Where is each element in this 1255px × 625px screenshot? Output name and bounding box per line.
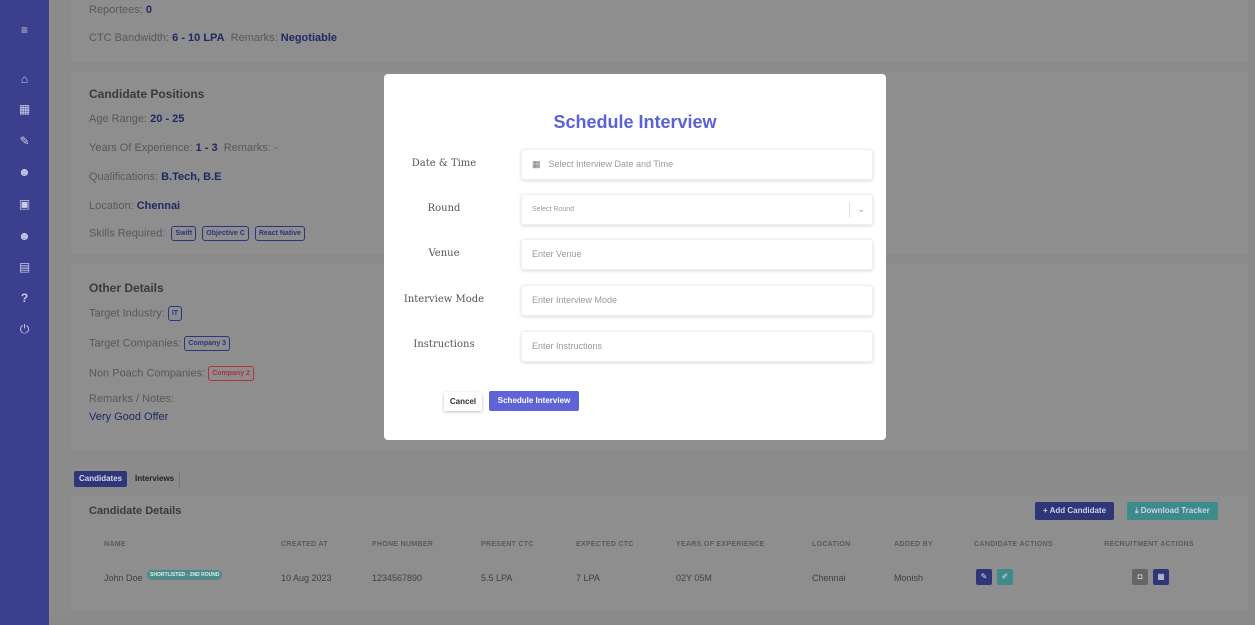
- other-details-title: Other Details: [89, 281, 164, 295]
- column-header: CANDIDATE ACTIONS: [974, 541, 1053, 548]
- download-tracker-button[interactable]: ⤓ Download Tracker: [1127, 502, 1218, 520]
- interview-mode-label: Interview Mode: [403, 294, 485, 305]
- skill-chip: Objective C: [202, 226, 249, 241]
- building-icon[interactable]: ▦: [0, 101, 49, 117]
- column-header: PRESENT CTC: [481, 541, 534, 548]
- column-header: LOCATION: [812, 541, 851, 548]
- column-header: CREATED AT: [281, 541, 328, 548]
- venue-input[interactable]: Enter Venue: [521, 239, 873, 270]
- status-badge: SHORTLISTED - 2ND ROUND: [147, 570, 223, 580]
- present-ctc-cell: 5.5 LPA: [481, 573, 513, 583]
- chevron-down-icon: ⌄: [857, 204, 865, 214]
- created-at-cell: 10 Aug 2023: [281, 573, 332, 583]
- calendar-action-icon[interactable]: ▦: [1153, 569, 1169, 585]
- company-chip: Company 3: [184, 336, 231, 351]
- skill-chip: React Native: [254, 226, 305, 241]
- datetime-field[interactable]: ▦ Select Interview Date and Time: [521, 149, 873, 180]
- remarks-label: Remarks / Notes:: [89, 393, 174, 405]
- home-icon[interactable]: ⌂: [0, 71, 49, 87]
- sidebar: ≡ ⌂ ▦ ✎ ☻ ▣ ☻ ▤ ? ⏻: [0, 0, 49, 625]
- help-icon[interactable]: ?: [0, 290, 49, 306]
- nonpoach-chip: Company 2: [208, 366, 254, 381]
- edit-candidate-icon[interactable]: ✎: [976, 569, 992, 585]
- power-icon[interactable]: ⏻: [0, 321, 49, 337]
- modal-title: Schedule Interview: [553, 112, 717, 132]
- instructions-label: Instructions: [413, 339, 475, 350]
- document-icon[interactable]: ▤: [0, 259, 49, 275]
- calendar-icon: ▦: [532, 159, 541, 169]
- column-header: PHONE NUMBER: [372, 541, 434, 548]
- column-header: RECRUITMENT ACTIONS: [1104, 541, 1194, 548]
- schedule-interview-button[interactable]: Schedule Interview: [489, 391, 579, 411]
- skill-chip: Swift: [171, 226, 197, 241]
- target-companies-row: Target Companies: Company 3: [89, 336, 231, 351]
- column-header: ADDED BY: [894, 541, 933, 548]
- add-candidate-button[interactable]: + Add Candidate: [1035, 502, 1115, 520]
- column-header: YEARS OF EXPERIENCE: [676, 541, 765, 548]
- non-poach-row: Non Poach Companies: Company 2: [89, 366, 254, 381]
- ctc-card: [71, 0, 1248, 62]
- added-by-cell: Monish: [894, 573, 924, 583]
- tab-candidates[interactable]: Candidates: [74, 471, 128, 487]
- target-industry-row: Target Industry: IT: [89, 306, 183, 321]
- remarks-value: Very Good Offer: [89, 411, 169, 423]
- ctc-row: CTC Bandwidth: 6 - 10 LPA Remarks: Negot…: [89, 32, 338, 44]
- users-icon[interactable]: ☻: [0, 164, 49, 180]
- instructions-input[interactable]: Enter Instructions: [521, 331, 873, 362]
- round-label: Round: [427, 203, 461, 214]
- age-range-row: Age Range: 20 - 25: [89, 113, 185, 125]
- calendar-icon[interactable]: ▣: [0, 196, 49, 212]
- qualifications-row: Qualifications: B.Tech, B.E: [89, 171, 222, 183]
- candidate-details-title: Candidate Details: [89, 505, 182, 517]
- edit-icon[interactable]: ✎: [0, 133, 49, 149]
- round-select[interactable]: Select Round ⌄: [521, 194, 873, 225]
- tab-interviews[interactable]: Interviews: [130, 471, 181, 487]
- venue-label: Venue: [428, 248, 460, 259]
- expected-ctc-cell: 7 LPA: [576, 573, 600, 583]
- candidate-positions-title: Candidate Positions: [89, 87, 205, 101]
- column-header: NAME: [104, 541, 126, 548]
- car-icon[interactable]: ◘: [1132, 569, 1148, 585]
- phone-cell: 1234567890: [372, 573, 423, 583]
- right-strip: [1248, 0, 1255, 625]
- experience-row: Years Of Experience: 1 - 3 Remarks: -: [89, 142, 278, 154]
- interview-mode-input[interactable]: Enter Interview Mode: [521, 285, 873, 316]
- schedule-interview-modal: Schedule Interview Date & Time ▦ Select I…: [384, 74, 886, 440]
- reportees-row: Reportees: 0: [89, 4, 152, 16]
- bottom-strip: [49, 620, 1249, 625]
- column-header: EXPECTED CTC: [576, 541, 634, 548]
- industry-chip: IT: [167, 306, 183, 321]
- datetime-label: Date & Time: [411, 158, 477, 169]
- cancel-button[interactable]: Cancel: [444, 392, 482, 411]
- candidate-name-link[interactable]: John Doe: [104, 573, 143, 583]
- skills-row: Skills Required: Swift Objective C React…: [89, 226, 305, 241]
- menu-icon[interactable]: ≡: [0, 22, 49, 38]
- team-icon[interactable]: ☻: [0, 228, 49, 244]
- experience-cell: 02Y 05M: [676, 573, 712, 583]
- location-cell: Chennai: [812, 573, 846, 583]
- location-row: Location: Chennai: [89, 200, 181, 212]
- select-separator: [849, 202, 850, 217]
- attachment-icon[interactable]: ✐: [997, 569, 1013, 585]
